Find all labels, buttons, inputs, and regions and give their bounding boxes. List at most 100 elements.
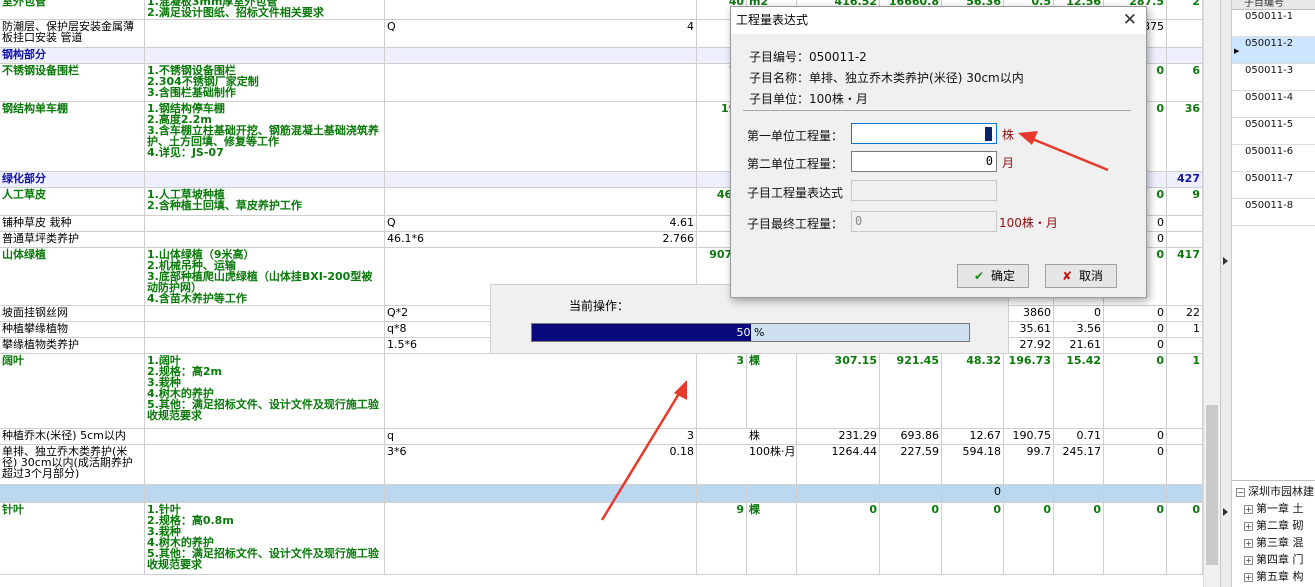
table-cell[interactable]: 27.92	[1004, 338, 1054, 353]
table-cell[interactable]	[1054, 485, 1104, 502]
tree-node[interactable]: + 第四章 门	[1244, 551, 1304, 568]
item-code-list-item[interactable]: 050011-6	[1232, 145, 1315, 172]
table-cell[interactable]	[145, 322, 385, 337]
table-cell[interactable]: 417	[1167, 248, 1203, 305]
table-cell[interactable]: 钢构部分	[0, 48, 145, 63]
second-unit-qty-input[interactable]: 0	[851, 151, 997, 172]
table-cell[interactable]	[385, 102, 697, 171]
table-cell[interactable]: 190.75	[1004, 429, 1054, 444]
table-cell[interactable]: 坡面挂钢丝网	[0, 306, 145, 321]
expand-icon[interactable]: +	[1244, 555, 1253, 565]
table-cell[interactable]	[0, 485, 145, 502]
table-row[interactable]: 单排、独立乔木类养护(米径) 30cm以内(成活期养护超过3个月部分) 3*6 0.…	[0, 445, 1203, 485]
table-cell[interactable]: 单排、独立乔木类养护(米径) 30cm以内(成活期养护超过3个月部分)	[0, 445, 145, 484]
expand-icon[interactable]: +	[1244, 521, 1253, 531]
scrollbar-thumb[interactable]	[1206, 405, 1218, 565]
table-cell[interactable]: 427	[1167, 172, 1203, 187]
cancel-button[interactable]: ✘ 取消	[1045, 264, 1117, 288]
table-cell[interactable]: 0	[1104, 445, 1167, 484]
expand-right-arrow-icon[interactable]	[1223, 257, 1228, 265]
table-cell[interactable]: 1264.44	[797, 445, 880, 484]
expand-icon[interactable]: +	[1244, 572, 1253, 582]
table-cell[interactable]: 22	[1167, 306, 1203, 321]
table-cell[interactable]: 0	[1054, 306, 1104, 321]
table-cell[interactable]: 人工草皮	[0, 188, 145, 215]
table-cell[interactable]	[697, 485, 747, 502]
table-cell[interactable]: 99.7	[1004, 445, 1054, 484]
tree-node[interactable]: + 第二章 砌	[1244, 517, 1304, 534]
table-cell[interactable]: 36	[1167, 102, 1203, 171]
table-cell[interactable]: 3860	[1004, 306, 1054, 321]
expand-icon[interactable]: +	[1244, 504, 1253, 514]
table-cell[interactable]: 1	[1167, 354, 1203, 428]
table-cell[interactable]: 48.32	[942, 354, 1004, 428]
table-cell[interactable]: 1.针叶 2.规格：高0.8m 3.栽种 4.树木的养护 5.其他：满足招标文件…	[145, 503, 385, 574]
expand-icon[interactable]: −	[1236, 487, 1245, 497]
table-cell[interactable]: 攀缘植物类养护	[0, 338, 145, 353]
table-cell[interactable]	[1167, 48, 1203, 63]
table-cell[interactable]	[145, 445, 385, 484]
table-row[interactable]: 种植乔木(米径) 5cm以内 q 3 株 231.29 693.86 12.67 190.75…	[0, 429, 1203, 445]
table-cell[interactable]: 3	[697, 354, 747, 428]
table-cell[interactable]: 1.钢结构停车棚 2.高度2.2m 3.含车棚立柱基础开挖、钢筋混凝土基础浇筑养…	[145, 102, 385, 171]
table-cell[interactable]: 1.不锈钢设备围栏 2.304不锈钢厂家定制 3.含围栏基础制作	[145, 64, 385, 101]
table-cell[interactable]	[145, 216, 385, 231]
table-cell[interactable]: 1.人工草坡种植 2.含种植土回填、草皮养护工作	[145, 188, 385, 215]
table-cell[interactable]: 棵	[747, 354, 797, 428]
table-cell[interactable]: 15.42	[1054, 354, 1104, 428]
table-cell[interactable]: 0	[1104, 306, 1167, 321]
panel-splitter[interactable]	[1220, 0, 1232, 587]
table-cell[interactable]: 9	[1167, 188, 1203, 215]
item-code-list-item[interactable]: 050011-2 ▶	[1232, 37, 1315, 64]
item-code-list-item[interactable]: 050011-1	[1232, 10, 1315, 37]
first-unit-qty-input[interactable]: 0	[851, 123, 997, 144]
table-cell[interactable]	[385, 172, 697, 187]
table-cell[interactable]	[385, 354, 697, 428]
table-cell[interactable]	[1004, 485, 1054, 502]
table-cell[interactable]	[1167, 232, 1203, 247]
table-cell[interactable]: 铺种草皮 栽种	[0, 216, 145, 231]
table-cell[interactable]: 2	[1167, 0, 1203, 19]
ok-button[interactable]: ✔ 确定	[957, 264, 1029, 288]
table-cell[interactable]: 绿化部分	[0, 172, 145, 187]
table-cell[interactable]: 针叶	[0, 503, 145, 574]
table-row[interactable]: 针叶 1.针叶 2.规格：高0.8m 3.栽种 4.树木的养护 5.其他：满足招标…	[0, 503, 1203, 575]
table-cell[interactable]	[145, 48, 385, 63]
table-cell[interactable]	[145, 232, 385, 247]
table-cell[interactable]	[1167, 338, 1203, 353]
table-cell[interactable]: 室外包管	[0, 0, 145, 19]
item-code-list-item[interactable]: 050011-4	[1232, 91, 1315, 118]
table-cell[interactable]: 307.15	[797, 354, 880, 428]
table-cell[interactable]: 0	[942, 485, 1004, 502]
table-cell[interactable]	[747, 485, 797, 502]
table-cell[interactable]: 594.18	[942, 445, 1004, 484]
expand-right-arrow-icon[interactable]	[1223, 508, 1228, 516]
table-cell[interactable]: 9	[697, 503, 747, 574]
table-cell[interactable]	[145, 429, 385, 444]
table-cell[interactable]	[1167, 20, 1203, 47]
tree-node[interactable]: + 第五章 构	[1244, 568, 1304, 585]
table-cell[interactable]: 0	[1104, 322, 1167, 337]
table-cell[interactable]: 921.45	[880, 354, 942, 428]
table-cell[interactable]: 防潮层、保护层安装金属薄板挂口安装 管道	[0, 20, 145, 47]
table-cell[interactable]: 0	[1104, 338, 1167, 353]
item-code-list-item[interactable]: 050011-8	[1232, 199, 1315, 226]
table-cell[interactable]: 6	[1167, 64, 1203, 101]
table-cell[interactable]	[385, 188, 697, 215]
table-cell[interactable]	[145, 20, 385, 47]
table-cell[interactable]: 4	[385, 20, 697, 47]
table-cell[interactable]: 0	[1104, 429, 1167, 444]
table-cell[interactable]: 不锈钢设备围栏	[0, 64, 145, 101]
table-cell[interactable]: 种植乔木(米径) 5cm以内	[0, 429, 145, 444]
item-code-list-item[interactable]: 050011-5	[1232, 118, 1315, 145]
table-cell[interactable]: 21.61	[1054, 338, 1104, 353]
table-cell[interactable]: 3	[385, 429, 697, 444]
table-cell[interactable]: 0	[1104, 503, 1167, 574]
table-cell[interactable]: 1.山体绿植（9米高） 2.机械吊种、运输 3.底部种植爬山虎绿植（山体挂BXI…	[145, 248, 385, 305]
table-cell[interactable]: 山体绿植	[0, 248, 145, 305]
table-cell[interactable]: 0.18	[385, 445, 697, 484]
table-cell[interactable]: 3.56	[1054, 322, 1104, 337]
table-cell[interactable]: 钢结构单车棚	[0, 102, 145, 171]
table-cell[interactable]	[1167, 216, 1203, 231]
table-cell[interactable]: 株	[747, 429, 797, 444]
